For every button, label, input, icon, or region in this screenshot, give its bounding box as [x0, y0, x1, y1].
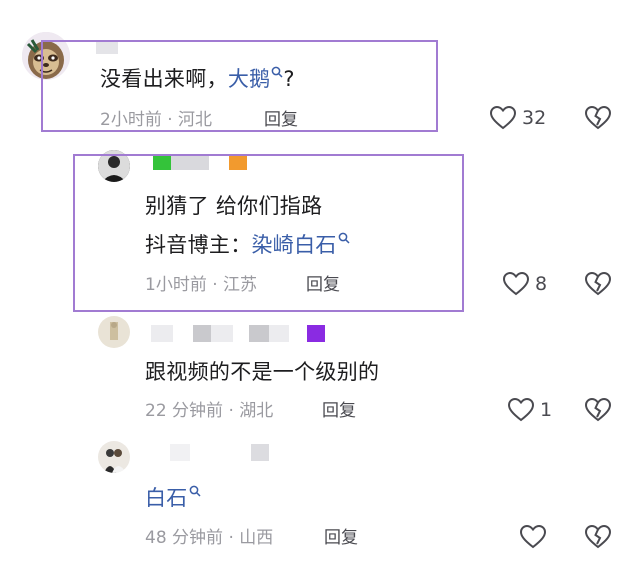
broken-heart-icon[interactable]	[585, 398, 611, 422]
search-icon[interactable]	[189, 485, 201, 497]
heart-icon	[490, 106, 516, 130]
comment-time: 48 分钟前	[145, 528, 224, 548]
like-count: 8	[535, 273, 548, 295]
highlight-box	[41, 40, 438, 132]
reply-button[interactable]: 回复	[322, 401, 356, 421]
username-redacted[interactable]	[269, 325, 289, 342]
like-button[interactable]	[520, 525, 552, 549]
reply-button[interactable]: 回复	[324, 528, 358, 548]
comment-text: 跟视频的不是一个级别的	[145, 360, 380, 384]
comment-meta: 48 分钟前 · 山西	[145, 528, 273, 548]
like-count: 1	[540, 399, 553, 421]
comment-text: 白石	[145, 485, 201, 510]
heart-icon	[503, 272, 529, 296]
comment-meta: 22 分钟前 · 湖北	[145, 401, 273, 421]
broken-heart-icon[interactable]	[585, 106, 611, 130]
separator: ·	[228, 528, 234, 548]
comment-time: 22 分钟前	[145, 401, 224, 421]
avatar[interactable]	[98, 316, 130, 348]
highlight-box	[73, 154, 464, 312]
avatar[interactable]	[98, 441, 130, 473]
broken-heart-icon[interactable]	[585, 525, 611, 549]
username-redacted[interactable]	[151, 325, 173, 342]
username-redacted[interactable]	[170, 444, 190, 461]
like-button[interactable]: 32	[490, 106, 546, 130]
like-count: 32	[522, 107, 547, 129]
badge-redacted	[307, 325, 325, 342]
heart-icon	[520, 525, 546, 549]
mention-link[interactable]: 白石	[145, 486, 188, 510]
username-redacted[interactable]	[249, 325, 269, 342]
like-button[interactable]: 8	[503, 272, 547, 296]
broken-heart-icon[interactable]	[585, 272, 611, 296]
username-redacted[interactable]	[211, 325, 233, 342]
heart-icon	[508, 398, 534, 422]
username-redacted[interactable]	[193, 325, 211, 342]
like-button[interactable]: 1	[508, 398, 552, 422]
comment-location: 山西	[239, 528, 274, 548]
avatar-photo	[98, 316, 130, 348]
separator: ·	[228, 401, 234, 421]
avatar-photo	[98, 441, 130, 473]
username-redacted[interactable]	[251, 444, 269, 461]
comment-location: 湖北	[239, 401, 274, 421]
